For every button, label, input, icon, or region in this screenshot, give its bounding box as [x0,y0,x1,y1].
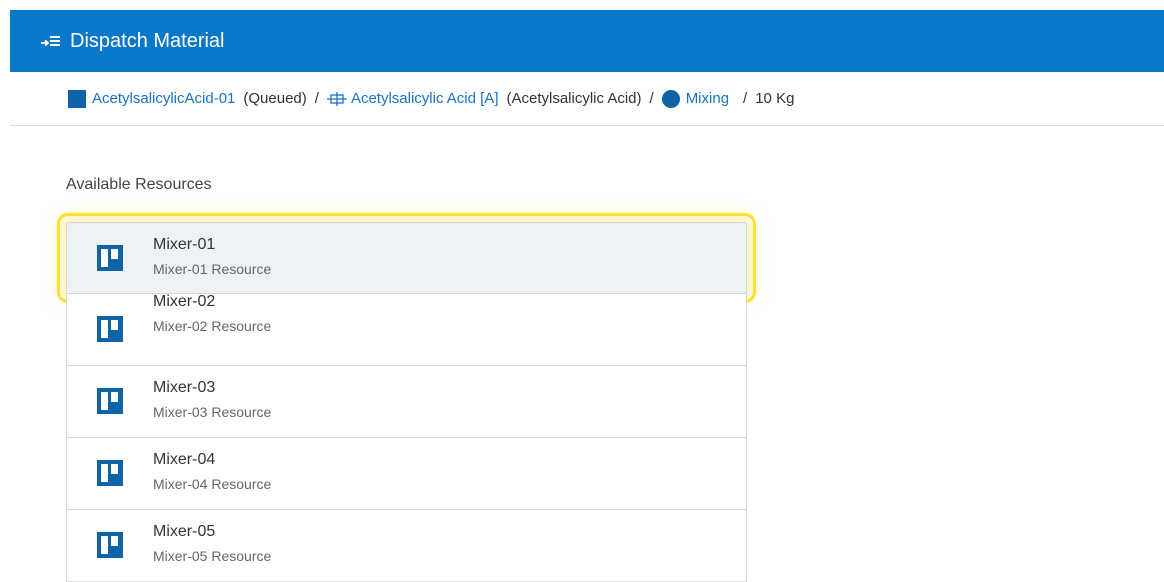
breadcrumb-material-name: (Acetylsalicylic Acid) [506,90,642,107]
resource-board-icon [97,460,123,486]
available-resources-label: Available Resources [66,176,212,193]
breadcrumb-quantity: 10 Kg [755,90,795,107]
resource-board-icon [97,388,123,414]
resource-item-mixer-03[interactable]: Mixer-03 Mixer-03 Resource [66,366,747,438]
resource-description: Mixer-02 Resource [153,318,272,334]
material-structure-icon [326,91,347,107]
dispatch-list-icon [40,33,62,49]
breadcrumb-order-status: (Queued) [243,90,307,107]
breadcrumb-order-link[interactable]: AcetylsalicylicAcid-01 [92,90,235,107]
resource-board-icon [97,316,123,342]
breadcrumb: AcetylsalicylicAcid-01 (Queued) / Acetyl… [10,72,1164,126]
resource-name: Mixer-03 [153,379,216,396]
resource-description: Mixer-05 Resource [153,548,272,564]
resource-board-icon [97,532,123,558]
resource-item-mixer-04[interactable]: Mixer-04 Mixer-04 Resource [66,438,747,510]
resource-item-mixer-05[interactable]: Mixer-05 Mixer-05 Resource [66,510,747,582]
resource-description: Mixer-03 Resource [153,404,272,420]
order-square-icon [68,89,86,108]
breadcrumb-material-link[interactable]: Acetylsalicylic Acid [A] [351,90,499,107]
breadcrumb-separator: / [743,90,748,107]
resource-board-icon [97,245,123,271]
step-circle-icon [661,89,680,108]
resource-name: Mixer-04 [153,451,216,468]
breadcrumb-step-link[interactable]: Mixing [686,90,729,107]
resource-item-mixer-01[interactable]: Mixer-01 Mixer-01 Resource [57,213,756,303]
resource-list: Mixer-01 Mixer-01 Resource Mixer-02 Mixe… [57,213,756,582]
resource-description: Mixer-04 Resource [153,476,272,492]
resource-name: Mixer-02 [153,293,216,310]
title-bar: Dispatch Material [10,10,1164,72]
breadcrumb-separator: / [649,90,654,107]
resource-name: Mixer-05 [153,523,216,540]
resource-name: Mixer-01 [153,236,216,253]
breadcrumb-separator: / [314,90,319,107]
resource-item-mixer-02[interactable]: Mixer-02 Mixer-02 Resource [66,293,747,366]
resource-description: Mixer-01 Resource [153,261,272,277]
page-title: Dispatch Material [70,29,225,52]
